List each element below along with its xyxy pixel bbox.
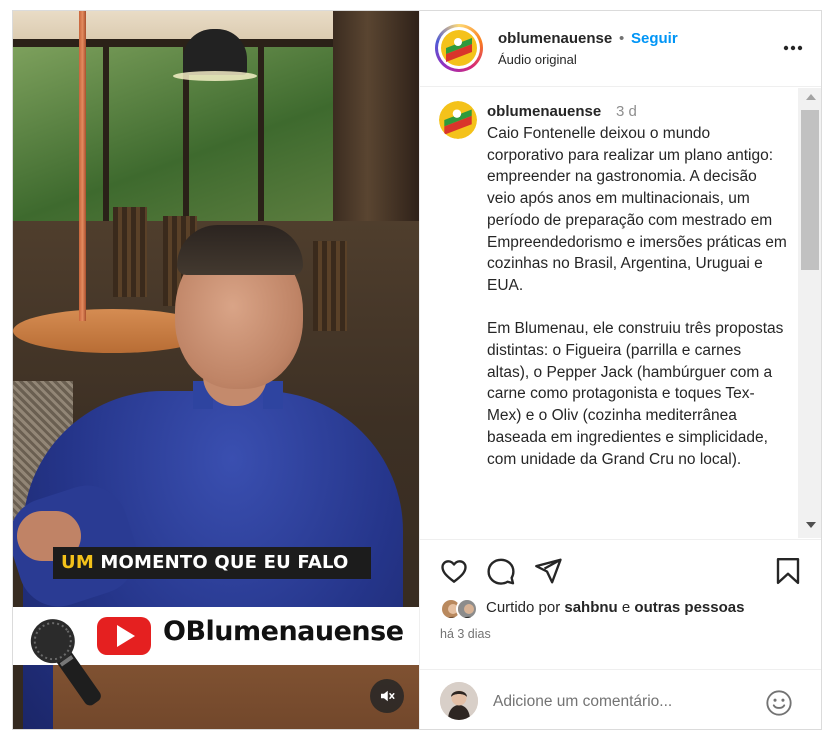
likes-text[interactable]: Curtido por sahbnu e outras pessoas xyxy=(486,599,744,616)
emoji-icon[interactable] xyxy=(765,689,793,717)
brand-logo-icon xyxy=(441,30,477,66)
send-icon[interactable] xyxy=(533,556,563,586)
likes-conjunction: e xyxy=(617,599,635,616)
caption-username[interactable]: oblumenauense xyxy=(487,103,601,120)
audio-label[interactable]: Áudio original xyxy=(498,52,577,67)
video-caption-accent: UM xyxy=(61,552,94,573)
follow-button[interactable]: Seguir xyxy=(631,30,678,47)
video-player[interactable]: UM MOMENTO QUE EU FALO OBlumenauense xyxy=(13,11,419,729)
likes-username[interactable]: sahbnu xyxy=(564,599,617,616)
liker-avatar[interactable] xyxy=(456,598,478,620)
heart-icon[interactable] xyxy=(439,556,469,586)
post-header: oblumenauense • Seguir Áudio original xyxy=(420,11,821,87)
comment-input[interactable] xyxy=(493,689,753,715)
comments-area[interactable]: oblumenauense 3 d Caio Fontenelle deixou… xyxy=(420,88,821,538)
muted-speaker-icon xyxy=(381,690,395,702)
caption-avatar[interactable] xyxy=(439,101,477,139)
scrollbar-thumb[interactable] xyxy=(801,110,819,270)
header-username[interactable]: oblumenauense xyxy=(498,30,612,47)
likes-others[interactable]: outras pessoas xyxy=(634,599,744,616)
caption-text: Caio Fontenelle deixou o mundo corporati… xyxy=(487,125,787,468)
profile-avatar[interactable] xyxy=(435,24,483,72)
instagram-post: UM MOMENTO QUE EU FALO OBlumenauense obl… xyxy=(12,10,822,730)
post-side-panel: oblumenauense • Seguir Áudio original ob… xyxy=(419,11,821,729)
post-actions: Curtido por sahbnu e outras pessoas há 3… xyxy=(420,539,821,669)
comment-composer xyxy=(420,669,821,729)
more-options-icon xyxy=(783,45,803,51)
mute-button[interactable] xyxy=(370,679,404,713)
scroll-down-arrow-icon[interactable] xyxy=(806,522,816,528)
brand-name: OBlumenauense xyxy=(163,616,404,647)
post-date[interactable]: há 3 dias xyxy=(440,627,491,641)
bookmark-icon[interactable] xyxy=(773,556,803,586)
header-separator: • xyxy=(619,30,625,47)
comment-icon[interactable] xyxy=(486,556,516,586)
play-triangle-icon xyxy=(117,625,135,647)
video-caption-rest: MOMENTO QUE EU FALO xyxy=(93,552,349,573)
video-caption: UM MOMENTO QUE EU FALO xyxy=(61,552,349,573)
likes-prefix: Curtido por xyxy=(486,599,565,616)
scroll-up-arrow-icon[interactable] xyxy=(806,94,816,100)
brand-logo-icon xyxy=(439,101,477,139)
current-user-avatar[interactable] xyxy=(440,682,478,720)
caption-time[interactable]: 3 d xyxy=(616,103,637,120)
more-options-button[interactable] xyxy=(780,35,806,61)
comments-scrollbar[interactable] xyxy=(798,88,821,538)
